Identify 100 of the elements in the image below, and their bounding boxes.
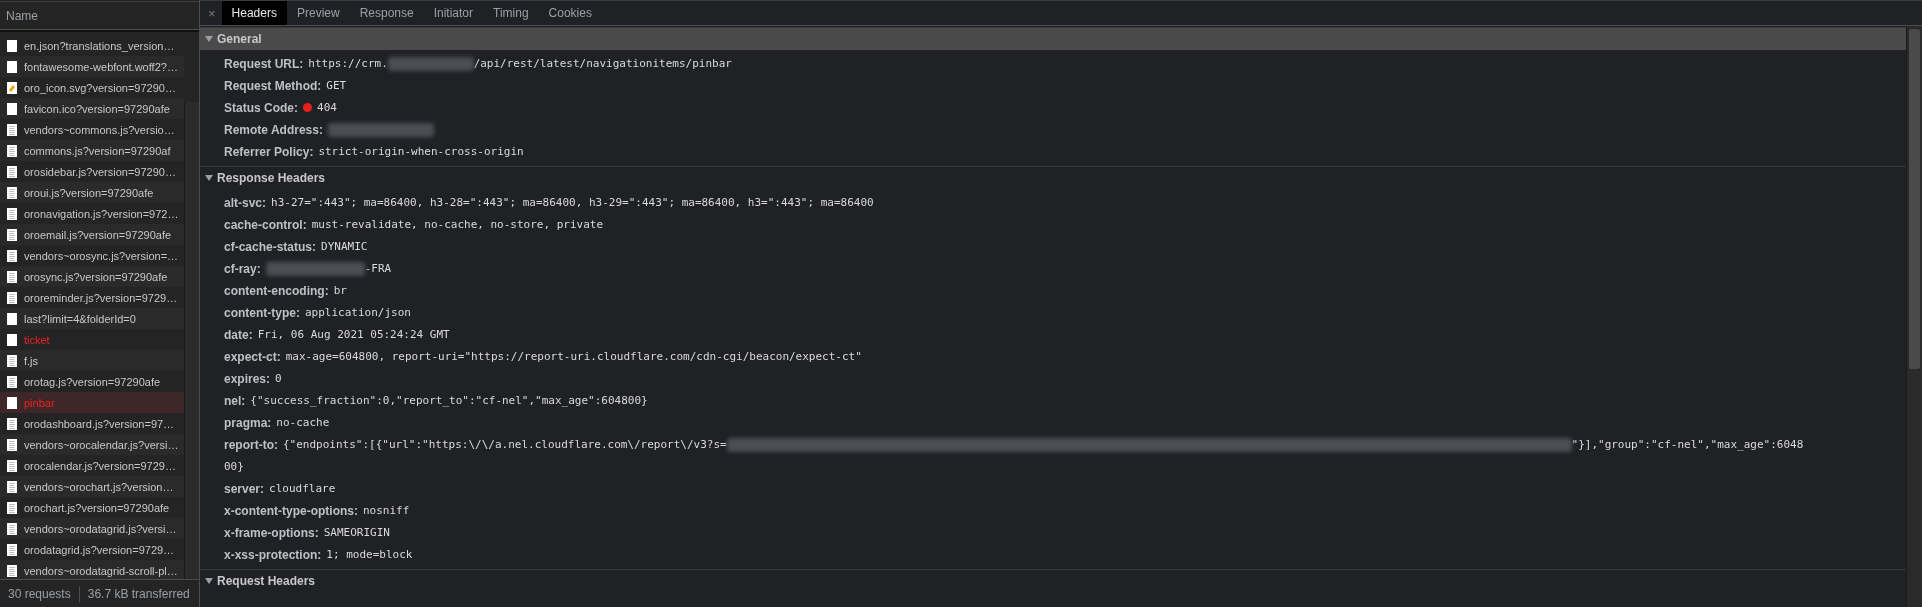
header-value: {"success_fraction":0,"report_to":"cf-nel","max_age":604800} (250, 393, 648, 409)
script-file-icon (7, 144, 17, 157)
section-header[interactable]: General (200, 27, 1906, 50)
header-name: expires: (224, 371, 271, 388)
triangle-icon (205, 36, 213, 42)
header-name: alt-svc: (224, 195, 267, 212)
header-name: Request URL: (224, 56, 304, 73)
request-row[interactable]: fontawesome-webfont.woff2?… (0, 56, 184, 77)
header-value: no-cache (276, 415, 330, 431)
triangle-icon (205, 175, 213, 181)
header-value: h3-27=":443"; ma=86400, h3-28=":443"; ma=86400, h3-29=":443"; ma=86400, h3=":443"; ma=86400 (271, 195, 874, 211)
header-value: DYNAMIC (321, 239, 368, 255)
header-name: cf-cache-status: (224, 239, 317, 256)
tab[interactable]: Cookies (538, 1, 602, 25)
request-row[interactable]: oroemail.js?version=97290afe (0, 224, 184, 245)
script-file-icon (7, 207, 17, 220)
request-row[interactable]: orosync.js?version=97290afe (0, 266, 184, 287)
header-value: application/json (305, 305, 411, 321)
request-row[interactable]: vendors~orodatagrid.js?versi… (0, 518, 184, 539)
request-row[interactable]: vendors~orocalendar.js?versi… (0, 434, 184, 455)
script-file-icon (7, 501, 17, 514)
script-file-icon (7, 123, 17, 136)
scrollbar[interactable] (184, 102, 199, 579)
script-file-icon (7, 291, 17, 304)
header-value: /api/rest/latest/navigationitems/pinbar (473, 56, 732, 72)
header-name: pragma: (224, 415, 272, 432)
request-row[interactable]: favicon.ico?version=97290afe (0, 98, 184, 119)
script-file-icon (7, 459, 17, 472)
section-title: Response Headers (217, 171, 326, 185)
tab[interactable]: Response (349, 1, 424, 25)
header-value: -FRA (364, 261, 392, 277)
tab[interactable]: Preview (286, 1, 350, 25)
document-icon (7, 39, 17, 52)
script-file-icon (7, 270, 17, 283)
script-file-icon (7, 480, 17, 493)
scrollbar-thumb[interactable] (1909, 29, 1920, 369)
header-value: br (333, 283, 347, 299)
close-button[interactable]: × (200, 1, 222, 25)
header-value: "}],"group":"cf-nel","max_age":6048 (1571, 437, 1804, 453)
section-title: General (217, 32, 262, 46)
script-file-icon (7, 165, 17, 178)
script-file-icon (7, 354, 17, 367)
header-name: Request Method: (224, 78, 322, 95)
header-name: server: (224, 481, 265, 498)
status-text: 36.7 kB transferred (86, 586, 191, 601)
request-row[interactable]: vendors~orodatagrid-scroll-pl… (0, 560, 184, 581)
tab[interactable]: Timing (483, 1, 539, 25)
script-file-icon (7, 438, 17, 451)
header-value: {"endpoints":[{"url":"https:\/\/a.nel.cloudflare.com\/report\/v3?s= (283, 437, 727, 453)
tab[interactable]: Initiator (423, 1, 484, 25)
script-file-icon (7, 249, 17, 262)
header-name: x-content-type-options: (224, 503, 358, 520)
image-file-icon (7, 81, 17, 94)
header-value: 404 (317, 100, 337, 116)
request-row[interactable]: last?limit=4&folderId=0 (0, 308, 184, 329)
script-file-icon (7, 543, 17, 556)
request-row[interactable]: vendors~orochart.js?version… (0, 476, 184, 497)
section-title: Request Headers (217, 574, 316, 588)
document-icon (7, 396, 17, 409)
status-text: 30 requests (7, 586, 72, 601)
header-name: content-encoding: (224, 283, 329, 300)
script-file-icon (7, 522, 17, 535)
column-header[interactable]: Name (0, 1, 199, 30)
header-value: https://crm. (308, 56, 388, 72)
header-name: date: (224, 327, 253, 344)
request-row[interactable]: oroui.js?version=97290afe (0, 182, 184, 203)
script-file-icon (7, 417, 17, 430)
header-value: nosniff (363, 503, 410, 519)
header-value: 1; mode=block (326, 547, 413, 563)
script-file-icon (7, 228, 17, 241)
header-value: strict-origin-when-cross-origin (318, 144, 524, 160)
header-value: Fri, 06 Aug 2021 05:24:24 GMT (257, 327, 450, 343)
header-name: nel: (224, 393, 246, 410)
header-name: cf-ray: (224, 261, 261, 278)
header-value: GET (326, 78, 347, 94)
document-icon (7, 60, 17, 73)
header-name: expect-ct: (224, 349, 281, 366)
document-icon (7, 312, 17, 325)
script-file-icon (7, 564, 17, 577)
header-name: Referrer Policy: (224, 144, 314, 161)
triangle-icon (205, 578, 213, 584)
section-header[interactable]: Response Headers (200, 166, 1906, 189)
header-value: SAMEORIGIN (323, 525, 390, 541)
document-icon (7, 102, 17, 115)
request-row[interactable]: commons.js?version=97290af (0, 140, 184, 161)
header-value: must-revalidate, no-cache, no-store, private (311, 217, 604, 233)
request-row[interactable]: f.js (0, 350, 184, 371)
header-name: report-to: (224, 437, 278, 454)
document-icon (7, 333, 17, 346)
section-header[interactable]: Request Headers (200, 569, 1906, 592)
tab[interactable]: Headers (221, 1, 287, 25)
header-name: x-xss-protection: (224, 547, 322, 564)
header-name: cache-control: (224, 217, 307, 234)
header-value: max-age=604800, report-uri="https://report-uri.cloudflare.com/cdn-cgi/beacon/expect-ct" (285, 349, 862, 365)
header-value: 00} (224, 459, 244, 475)
script-file-icon (7, 375, 17, 388)
header-name: Status Code: (224, 100, 298, 117)
header-name: content-type: (224, 305, 300, 322)
header-name: x-frame-options: (224, 525, 319, 542)
header-value: cloudflare (269, 481, 336, 497)
